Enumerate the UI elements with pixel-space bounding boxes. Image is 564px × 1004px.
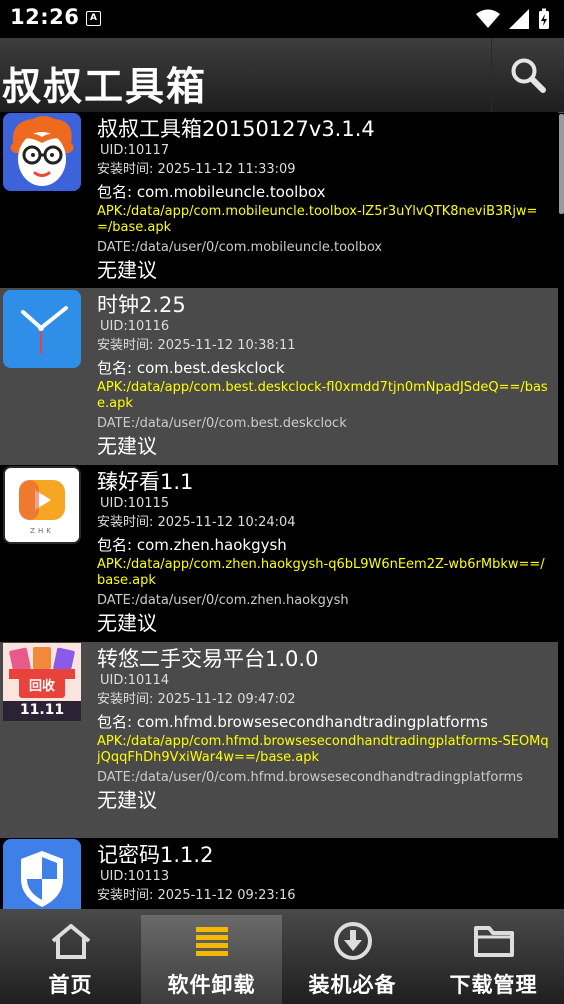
- status-time: 12:26: [10, 5, 80, 29]
- app-uid: UID:10113: [100, 869, 170, 884]
- data-path: DATE:/data/user/0/com.mobileuncle.toolbo…: [97, 240, 383, 255]
- app-uid: UID:10117: [100, 143, 170, 158]
- nav-label: 下载管理: [449, 973, 538, 997]
- app-name: 臻好看1.1: [97, 470, 194, 494]
- app-name: 转悠二手交易平台1.0.0: [97, 647, 319, 671]
- nav-label: 首页: [48, 973, 93, 997]
- app-title: 叔叔工具箱: [2, 65, 208, 110]
- app-list[interactable]: 叔叔工具箱20150127v3.1.4 UID:10117 安装时间: 2025…: [0, 112, 564, 909]
- battery-icon: [539, 8, 549, 29]
- app-info: 记密码1.1.2 UID:10113 安装时间: 2025-11-12 09:2…: [97, 842, 552, 906]
- list-item[interactable]: ZHK 臻好看1.1 UID:10115 安装时间: 2025-11-12 10…: [0, 465, 558, 642]
- app-uid: UID:10116: [100, 319, 170, 334]
- nav-uninstall[interactable]: 软件卸载: [141, 915, 282, 1004]
- app-name: 叔叔工具箱20150127v3.1.4: [97, 117, 375, 141]
- bottom-nav: 首页 软件卸载 装机必备 下载管理: [0, 909, 564, 1004]
- list-item[interactable]: 回收 11.11 转悠二手交易平台1.0.0 UID:10114 安装时间: 2…: [0, 642, 558, 838]
- sale-date-label: 11.11: [19, 702, 65, 718]
- install-time: 安装时间: 2025-11-12 10:38:11: [97, 338, 296, 353]
- app-uid: UID:10115: [100, 496, 170, 511]
- package-name: 包名: com.mobileuncle.toolbox: [97, 183, 326, 201]
- nav-home[interactable]: 首页: [0, 909, 141, 1004]
- notification-a-icon: A: [86, 11, 101, 26]
- download-icon: [333, 921, 373, 961]
- apk-path: APK:/data/app/com.best.deskclock-fl0xmdd…: [97, 380, 548, 411]
- mobileuncle-face-icon: [3, 113, 81, 191]
- list-item[interactable]: 记密码1.1.2 UID:10113 安装时间: 2025-11-12 09:2…: [0, 838, 558, 909]
- install-time: 安装时间: 2025-11-12 09:47:02: [97, 692, 296, 707]
- icon-label: ZHK: [30, 527, 54, 535]
- wifi-icon: [476, 9, 500, 28]
- search-button[interactable]: [491, 38, 564, 112]
- install-time: 安装时间: 2025-11-12 09:23:16: [97, 888, 296, 903]
- app-name: 时钟2.25: [97, 293, 186, 317]
- recycle-icon: 回收 11.11: [3, 643, 81, 721]
- data-path: DATE:/data/user/0/com.best.deskclock: [97, 416, 347, 431]
- package-name: 包名: com.zhen.haokgysh: [97, 536, 287, 554]
- status-bar: 12:26 A: [0, 0, 564, 38]
- list-icon: [194, 921, 230, 961]
- package-name: 包名: com.hfmd.browsesecondhandtradingplat…: [97, 713, 488, 731]
- signal-icon: [509, 9, 529, 29]
- advice-text: 无建议: [97, 258, 157, 282]
- list-item[interactable]: 叔叔工具箱20150127v3.1.4 UID:10117 安装时间: 2025…: [0, 112, 558, 288]
- app-info: 叔叔工具箱20150127v3.1.4 UID:10117 安装时间: 2025…: [97, 116, 552, 282]
- list-item[interactable]: 时钟2.25 UID:10116 安装时间: 2025-11-12 10:38:…: [0, 288, 558, 465]
- shield-icon: [3, 839, 81, 909]
- data-path: DATE:/data/user/0/com.hfmd.browsesecondh…: [97, 770, 523, 785]
- app-info: 臻好看1.1 UID:10115 安装时间: 2025-11-12 10:24:…: [97, 469, 552, 635]
- apk-path: APK:/data/app/com.zhen.haokgysh-q6bL9W6n…: [97, 557, 545, 588]
- app-uid: UID:10114: [100, 673, 170, 688]
- install-time: 安装时间: 2025-11-12 11:33:09: [97, 162, 296, 177]
- nav-downloads[interactable]: 下载管理: [423, 909, 564, 1004]
- advice-text: 无建议: [97, 434, 157, 458]
- clock-icon: [3, 290, 81, 368]
- app-header: 叔叔工具箱: [0, 38, 564, 113]
- recycle-label: 回收: [19, 676, 65, 698]
- nav-label: 软件卸载: [167, 973, 256, 997]
- app-info: 转悠二手交易平台1.0.0 UID:10114 安装时间: 2025-11-12…: [97, 646, 552, 812]
- nav-essentials[interactable]: 装机必备: [282, 909, 423, 1004]
- home-icon: [49, 921, 93, 961]
- install-time: 安装时间: 2025-11-12 10:24:04: [97, 515, 296, 530]
- search-icon: [511, 58, 546, 93]
- app-info: 时钟2.25 UID:10116 安装时间: 2025-11-12 10:38:…: [97, 292, 552, 458]
- apk-path: APK:/data/app/com.mobileuncle.toolbox-lZ…: [97, 204, 538, 235]
- data-path: DATE:/data/user/0/com.zhen.haokgysh: [97, 593, 349, 608]
- app-name: 记密码1.1.2: [97, 843, 214, 867]
- play-icon: ZHK: [3, 466, 81, 544]
- folder-icon: [473, 921, 515, 961]
- advice-text: 无建议: [97, 611, 157, 635]
- list-scrollbar[interactable]: [559, 114, 564, 214]
- apk-path: APK:/data/app/com.hfmd.browsesecondhandt…: [97, 734, 549, 765]
- package-name: 包名: com.best.deskclock: [97, 359, 285, 377]
- nav-label: 装机必备: [308, 973, 397, 997]
- status-icons: [476, 8, 550, 30]
- advice-text: 无建议: [97, 788, 157, 812]
